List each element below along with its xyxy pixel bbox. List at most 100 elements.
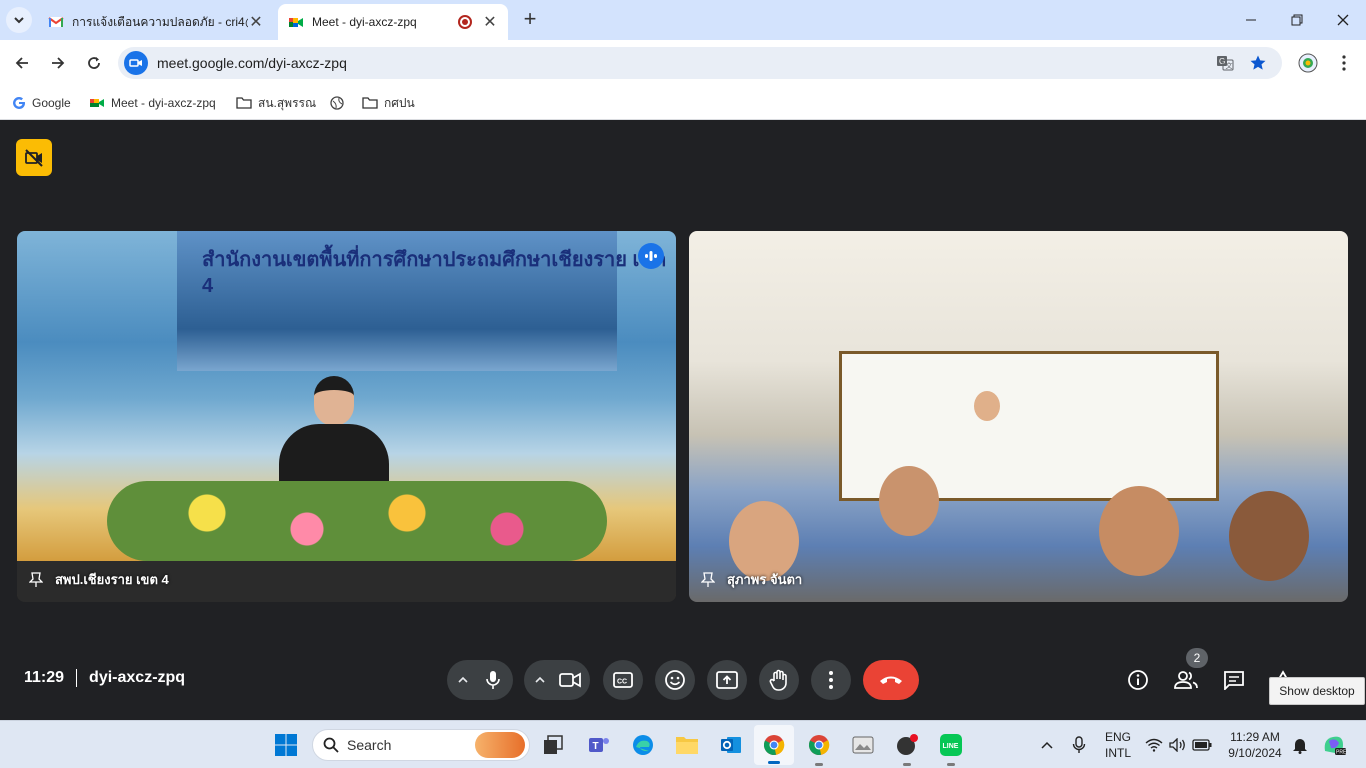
video-camera-icon <box>129 59 142 67</box>
new-tab-button[interactable]: + <box>518 8 542 32</box>
tab-search-button[interactable] <box>6 7 32 33</box>
running-indicator <box>947 763 955 766</box>
pin-icon[interactable] <box>27 571 45 589</box>
battery-icon <box>1192 739 1212 751</box>
meet-icon <box>90 99 104 107</box>
browser-menu-button[interactable] <box>1332 51 1356 75</box>
translate-button[interactable]: G文 <box>1215 53 1235 73</box>
video-options-button[interactable] <box>532 676 548 684</box>
start-button[interactable] <box>272 731 300 759</box>
banner-text: สำนักงานเขตพื้นที่การศึกษาประถมศึกษาเชีย… <box>202 249 667 297</box>
meeting-details-button[interactable] <box>1125 667 1151 693</box>
clock[interactable]: 11:29 AM 9/10/2024 <box>1222 729 1288 761</box>
chat-button[interactable] <box>1221 667 1247 693</box>
reload-button[interactable] <box>82 51 106 75</box>
notifications-button[interactable] <box>1286 731 1314 759</box>
search-icon <box>323 737 339 753</box>
teacher-figure <box>974 391 1000 421</box>
restore-button[interactable] <box>1274 0 1320 40</box>
microphone-button[interactable] <box>475 670 511 690</box>
taskbar-search[interactable]: Search <box>312 729 530 761</box>
svg-text:T: T <box>593 741 599 752</box>
reload-icon <box>88 57 100 69</box>
audio-options-button[interactable] <box>455 676 471 684</box>
people-icon <box>1174 671 1198 689</box>
bookmark-folder-1[interactable]: สน.สุพรรณ <box>236 93 316 113</box>
student-figure <box>1099 486 1179 576</box>
file-explorer-app[interactable] <box>673 731 701 759</box>
microphone-tray[interactable] <box>1065 731 1093 759</box>
camera-button[interactable] <box>552 672 588 688</box>
restore-icon <box>1291 14 1303 26</box>
teams-app[interactable]: T <box>585 731 613 759</box>
forward-button[interactable] <box>46 51 70 75</box>
language-code: ENG <box>1104 730 1131 744</box>
address-bar[interactable]: meet.google.com/dyi-axcz-zpq G文 <box>118 47 1282 79</box>
bookmark-label: กศปน <box>384 95 415 110</box>
svg-text:LINE: LINE <box>943 743 959 750</box>
divider <box>76 669 78 687</box>
bookmark-meet[interactable]: Meet - dyi-axcz-zpq <box>89 93 216 113</box>
bookmark-folder-2[interactable]: กศปน <box>362 93 415 113</box>
input-language[interactable]: ENG INTL <box>1100 729 1136 761</box>
line-app[interactable]: LINE <box>937 731 965 766</box>
tab-title: การแจ้งเตือนความปลอดภัย - cri4@ <box>72 14 248 29</box>
copilot-button[interactable]: PRE <box>1320 731 1348 759</box>
participant-tile[interactable]: สำนักงานเขตพื้นที่การศึกษาประถมศึกษาเชีย… <box>17 231 676 602</box>
pin-icon[interactable] <box>699 571 717 589</box>
clock-date: 9/10/2024 <box>1228 746 1282 760</box>
bookmark-star-button[interactable] <box>1248 53 1268 73</box>
reactions-button[interactable] <box>655 660 695 700</box>
profile-avatar[interactable] <box>1296 51 1320 75</box>
battery-status[interactable] <box>1188 731 1216 759</box>
close-tab-icon[interactable]: ✕ <box>248 14 264 31</box>
more-options-button[interactable] <box>811 660 851 700</box>
more-vert-icon <box>1342 55 1346 71</box>
bookmark-globe[interactable] <box>330 93 350 113</box>
folder-icon <box>676 737 698 754</box>
site-info-icon[interactable] <box>124 51 148 75</box>
chrome-app-active[interactable] <box>754 725 794 765</box>
camera-control-group <box>524 660 590 700</box>
meeting-time: 11:29 <box>24 669 65 686</box>
photos-app[interactable] <box>849 731 877 759</box>
mic-control-group <box>447 660 513 700</box>
people-button[interactable] <box>1173 667 1199 693</box>
search-label: Search <box>347 737 392 753</box>
bookmark-google[interactable]: Google <box>12 93 71 113</box>
chrome-profile-app[interactable] <box>805 731 833 766</box>
svg-text:CC: CC <box>617 679 627 686</box>
notification-app[interactable] <box>893 731 921 766</box>
bookmarks-bar: Google Meet - dyi-axcz-zpq สน.สุพรรณ กศป… <box>0 86 1366 120</box>
present-screen-button[interactable] <box>707 660 747 700</box>
outlook-app[interactable] <box>717 731 745 759</box>
participant-tile[interactable]: สุภาพร จันตา <box>689 231 1348 602</box>
closed-captions-icon: CC <box>613 672 633 688</box>
camera-off-indicator[interactable] <box>16 139 52 176</box>
emoji-icon <box>665 670 685 690</box>
edge-icon <box>633 735 653 755</box>
student-figure <box>879 466 939 536</box>
task-view-button[interactable] <box>539 731 567 759</box>
tab-meet[interactable]: Meet - dyi-axcz-zpq ✕ <box>278 4 508 40</box>
meet-icon <box>289 18 303 27</box>
tab-gmail[interactable]: การแจ้งเตือนความปลอดภัย - cri4@ ✕ <box>38 4 274 40</box>
globe-icon <box>330 96 344 110</box>
image-viewer-icon <box>852 736 874 754</box>
close-window-button[interactable] <box>1320 0 1366 40</box>
raise-hand-button[interactable] <box>759 660 799 700</box>
minimize-button[interactable] <box>1228 0 1274 40</box>
edge-app[interactable] <box>629 731 657 759</box>
close-tab-icon[interactable]: ✕ <box>482 14 498 31</box>
profile-icon <box>1298 53 1318 73</box>
captions-button[interactable]: CC <box>603 660 643 700</box>
minimize-icon <box>1246 19 1256 21</box>
outlook-icon <box>721 737 741 753</box>
leave-call-button[interactable] <box>863 660 919 700</box>
back-button[interactable] <box>10 51 34 75</box>
tooltip: Show desktop <box>1269 677 1365 705</box>
show-hidden-icons-button[interactable] <box>1033 731 1061 759</box>
microphone-icon <box>1072 736 1086 753</box>
chevron-up-icon <box>1041 741 1053 749</box>
more-vert-icon <box>829 671 833 689</box>
